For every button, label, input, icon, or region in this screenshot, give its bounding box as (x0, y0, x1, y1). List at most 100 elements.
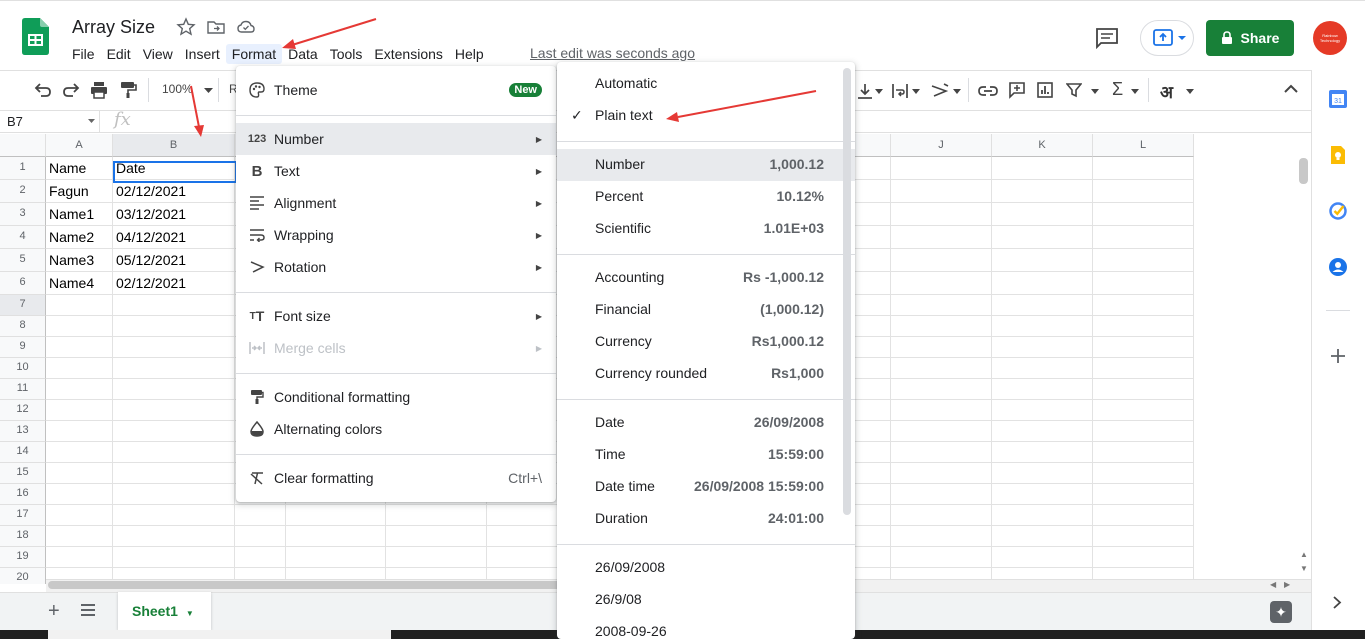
cell-c17[interactable] (235, 505, 286, 526)
cell-l2[interactable] (1093, 180, 1194, 203)
cell-b13[interactable] (113, 421, 235, 442)
cell-e18[interactable] (386, 526, 487, 547)
zoom-dropdown-icon[interactable] (204, 88, 213, 93)
cell-a8[interactable] (46, 316, 113, 337)
menu-data[interactable]: Data (282, 44, 324, 64)
menu-item-clear-formatting[interactable]: Clear formatting Ctrl+\ (236, 462, 556, 494)
text-wrapping-icon[interactable] (891, 82, 909, 100)
present-button[interactable] (1140, 20, 1194, 56)
menu-item-font-size[interactable]: TT Font size ▶ (236, 300, 556, 332)
cell-l11[interactable] (1093, 379, 1194, 400)
cell-k8[interactable] (992, 316, 1093, 337)
cell-j12[interactable] (891, 400, 992, 421)
cell-k4[interactable] (992, 226, 1093, 249)
move-folder-icon[interactable] (206, 17, 226, 37)
insert-chart-icon[interactable] (1036, 81, 1054, 99)
cell-c18[interactable] (235, 526, 286, 547)
cell-j5[interactable] (891, 249, 992, 272)
sheets-logo-icon[interactable] (22, 18, 49, 55)
filter-icon[interactable] (1066, 82, 1082, 98)
cell-d18[interactable] (286, 526, 386, 547)
text-rotation-icon[interactable] (930, 82, 950, 100)
cell-b2[interactable]: 02/12/2021 (113, 180, 235, 203)
menu-edit[interactable]: Edit (101, 44, 137, 64)
cell-l4[interactable] (1093, 226, 1194, 249)
chevron-right-icon[interactable] (1333, 596, 1342, 609)
cell-l5[interactable] (1093, 249, 1194, 272)
zoom-select[interactable]: 100% (162, 82, 193, 102)
cell-b19[interactable] (113, 547, 235, 568)
cell-k19[interactable] (992, 547, 1093, 568)
cell-e19[interactable] (386, 547, 487, 568)
column-header-j[interactable]: J (891, 134, 992, 157)
menu-format[interactable]: Format (225, 44, 283, 64)
account-avatar[interactable]: Rainbow Technology (1313, 21, 1347, 55)
submenu-scrollbar[interactable] (843, 68, 851, 515)
scroll-down-arrow[interactable]: ▼ (1300, 564, 1308, 573)
cell-b12[interactable] (113, 400, 235, 421)
cell-j4[interactable] (891, 226, 992, 249)
cell-l7[interactable] (1093, 295, 1194, 316)
cell-a3[interactable]: Name1 (46, 203, 113, 226)
insert-link-icon[interactable] (978, 82, 998, 100)
chevron-down-icon[interactable] (88, 119, 95, 123)
date-format-option[interactable]: 2008-09-26 (557, 616, 855, 639)
menu-item-rotation[interactable]: Rotation ▶ (236, 251, 556, 283)
chevron-down-icon[interactable] (953, 89, 961, 94)
number-option-duration[interactable]: Duration 24:01:00 (557, 503, 855, 535)
menu-extensions[interactable]: Extensions (368, 44, 448, 64)
cell-j18[interactable] (891, 526, 992, 547)
collapse-toolbar-icon[interactable] (1284, 84, 1298, 93)
keep-icon[interactable] (1328, 145, 1348, 165)
calendar-icon[interactable]: 31 (1328, 89, 1348, 109)
cell-j8[interactable] (891, 316, 992, 337)
menu-item-number[interactable]: 123 Number ▶ (236, 123, 556, 155)
cell-l10[interactable] (1093, 358, 1194, 379)
menu-item-conditional-formatting[interactable]: Conditional formatting (236, 381, 556, 413)
cell-k7[interactable] (992, 295, 1093, 316)
input-tools-button[interactable]: अ (1160, 80, 1173, 103)
row-header-10[interactable]: 10 (0, 358, 46, 379)
column-header-a[interactable]: A (46, 134, 113, 157)
insert-comment-icon[interactable] (1008, 81, 1026, 99)
cell-l15[interactable] (1093, 463, 1194, 484)
cell-a14[interactable] (46, 442, 113, 463)
menu-item-wrapping[interactable]: Wrapping ▶ (236, 219, 556, 251)
cell-j6[interactable] (891, 272, 992, 295)
chevron-down-icon[interactable] (875, 89, 883, 94)
cell-j13[interactable] (891, 421, 992, 442)
cell-b11[interactable] (113, 379, 235, 400)
number-option-scientific[interactable]: Scientific 1.01E+03 (557, 213, 855, 245)
number-option-date-time[interactable]: Date time 26/09/2008 15:59:00 (557, 471, 855, 503)
number-option-automatic[interactable]: Automatic (557, 68, 855, 100)
menu-item-text[interactable]: B Text ▶ (236, 155, 556, 187)
column-header-k[interactable]: K (992, 134, 1093, 157)
cell-b7[interactable] (113, 295, 235, 316)
cell-a13[interactable] (46, 421, 113, 442)
chevron-down-icon[interactable] (912, 89, 920, 94)
cell-l1[interactable] (1093, 157, 1194, 180)
cell-b9[interactable] (113, 337, 235, 358)
explore-icon[interactable]: ✦ (1270, 601, 1292, 623)
all-sheets-icon[interactable] (80, 603, 96, 617)
cell-a15[interactable] (46, 463, 113, 484)
cell-j3[interactable] (891, 203, 992, 226)
selected-cell-b7[interactable] (113, 161, 237, 183)
chevron-down-icon[interactable] (1186, 89, 1194, 94)
cell-k16[interactable] (992, 484, 1093, 505)
row-header-11[interactable]: 11 (0, 379, 46, 400)
cell-k3[interactable] (992, 203, 1093, 226)
cell-j1[interactable] (891, 157, 992, 180)
menu-tools[interactable]: Tools (324, 44, 369, 64)
number-option-date[interactable]: Date 26/09/2008 (557, 407, 855, 439)
select-all-corner[interactable] (0, 134, 46, 157)
cell-b6[interactable]: 02/12/2021 (113, 272, 235, 295)
cell-k11[interactable] (992, 379, 1093, 400)
cell-a11[interactable] (46, 379, 113, 400)
chevron-down-icon[interactable]: ▼ (186, 609, 194, 618)
row-header-12[interactable]: 12 (0, 400, 46, 421)
cell-a7[interactable] (46, 295, 113, 316)
row-header-13[interactable]: 13 (0, 421, 46, 442)
row-header-18[interactable]: 18 (0, 526, 46, 547)
number-option-percent[interactable]: Percent 10.12% (557, 181, 855, 213)
